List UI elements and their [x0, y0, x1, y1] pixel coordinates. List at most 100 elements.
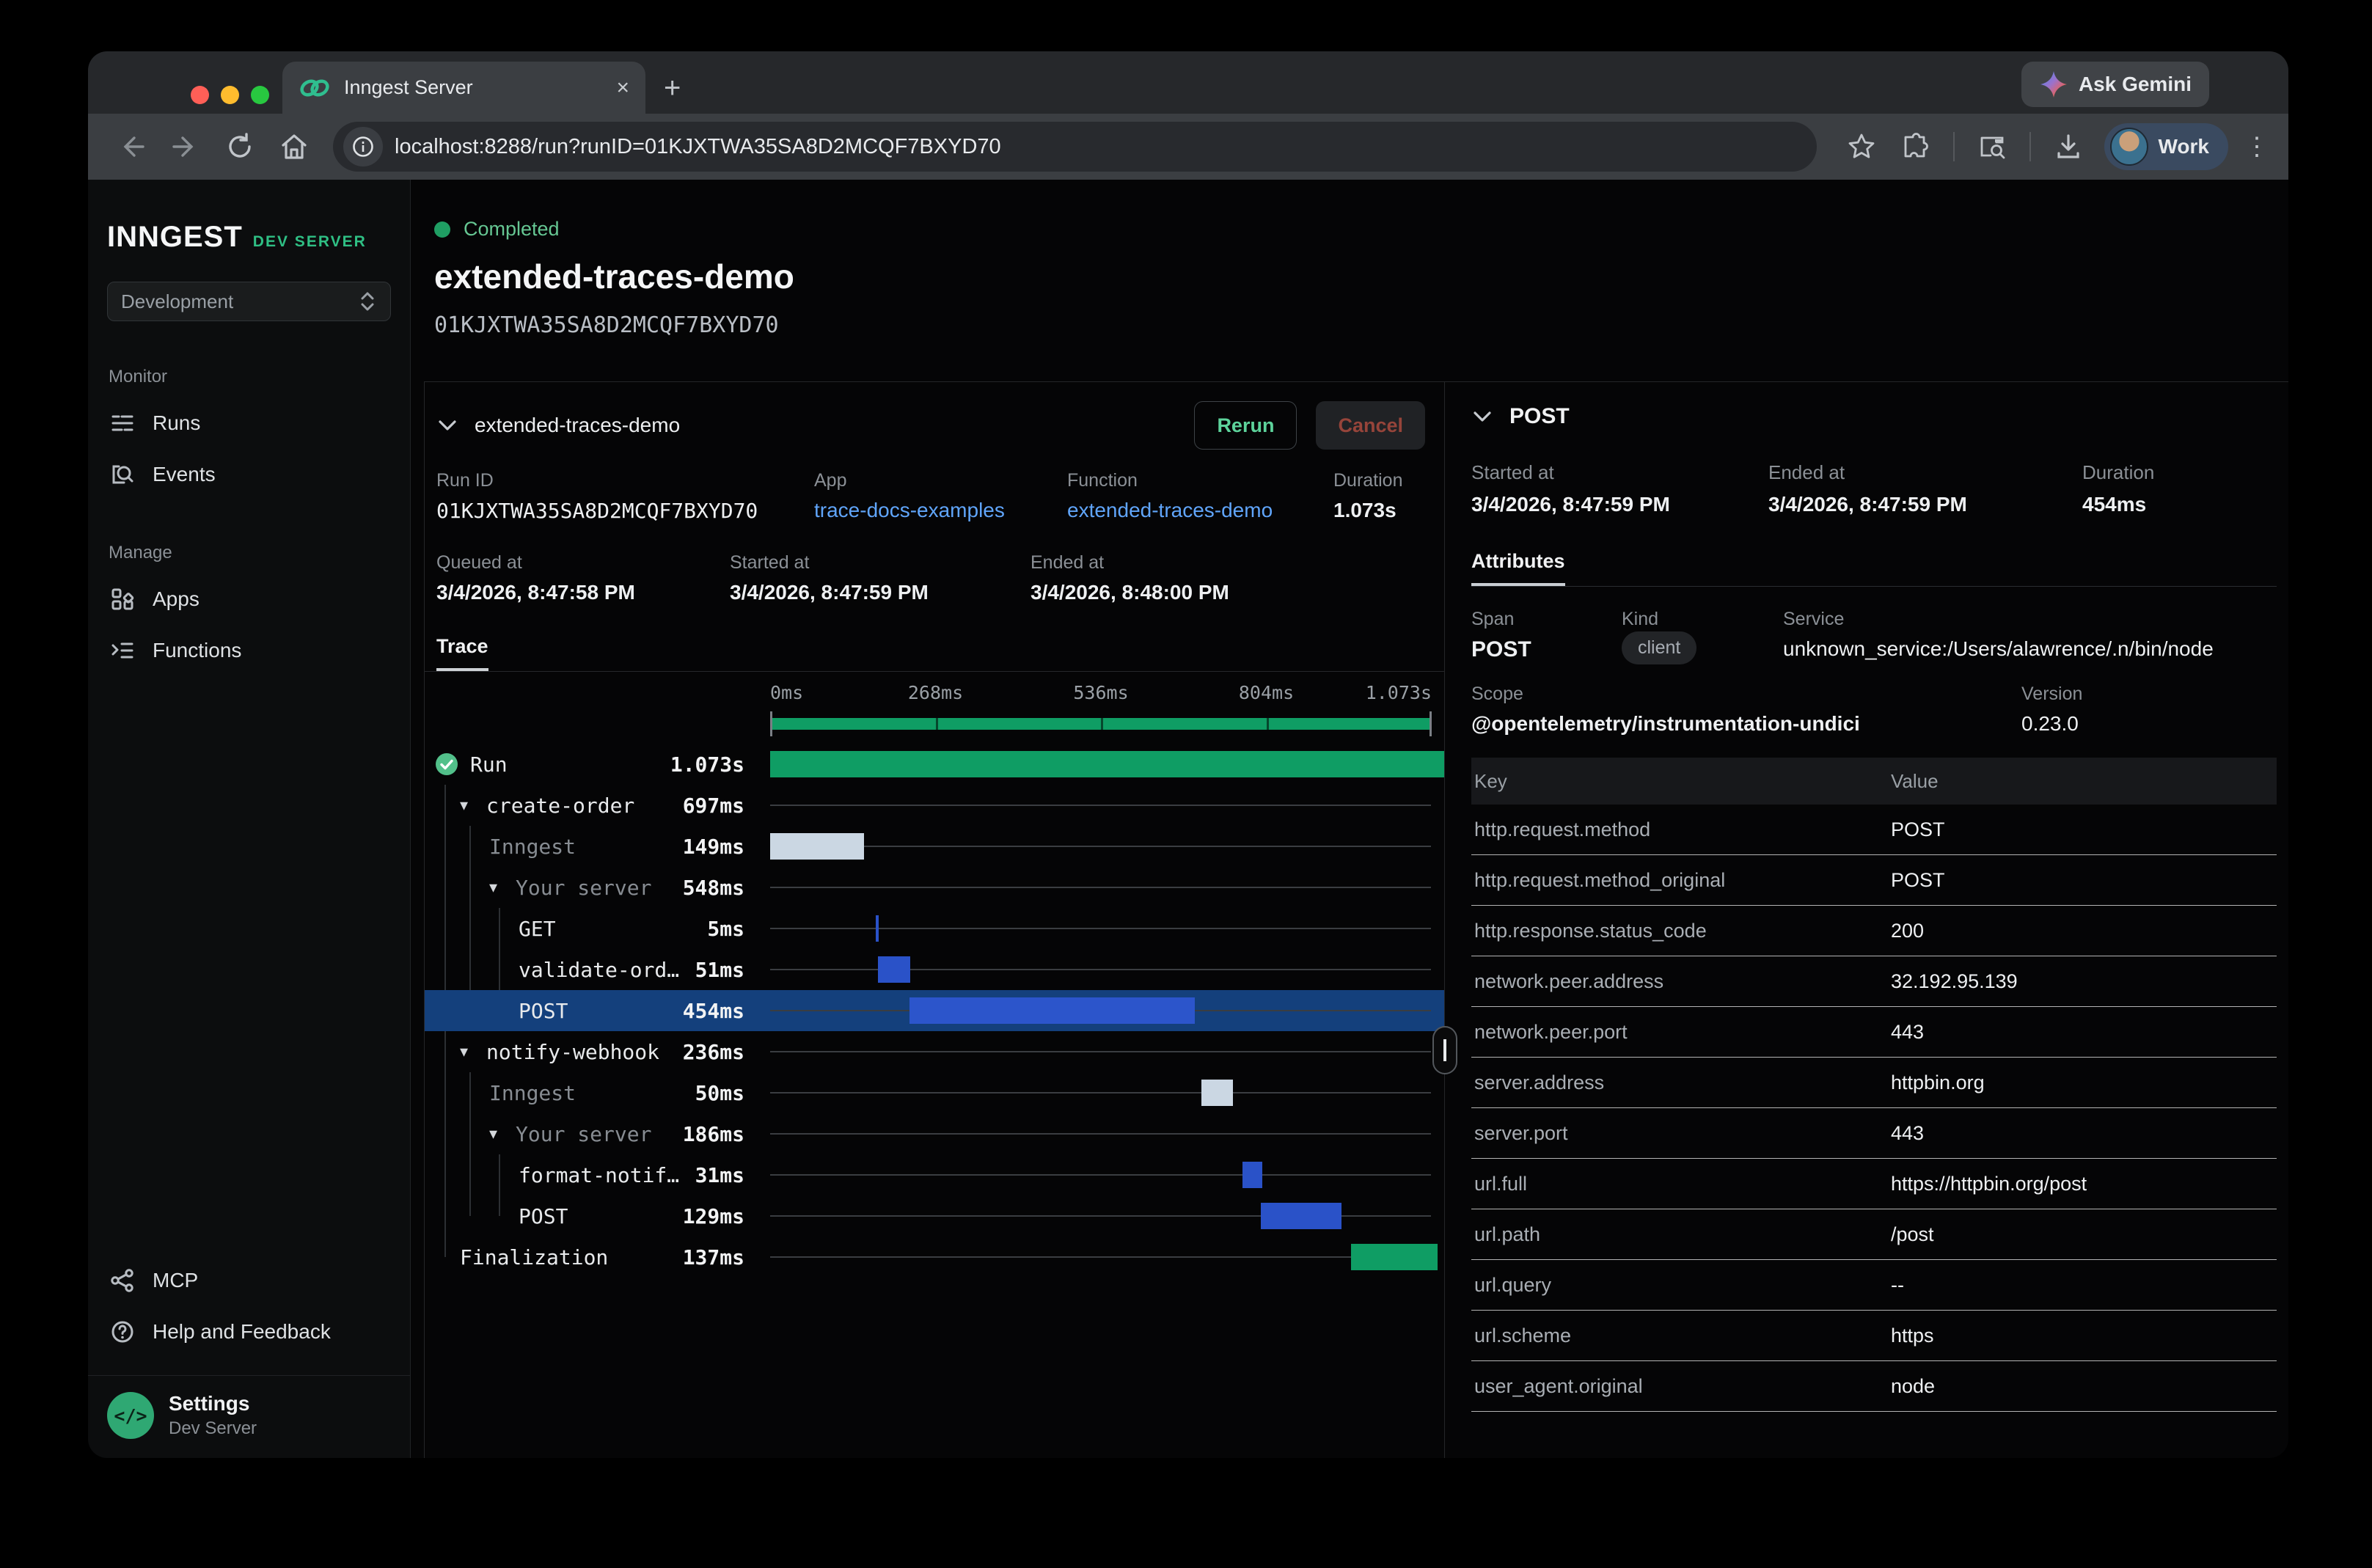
- attribute-value: 443: [1891, 1021, 1924, 1044]
- span-duration: 137ms: [674, 1245, 744, 1270]
- attribute-key: server.address: [1471, 1071, 1891, 1094]
- environment-select[interactable]: Development: [107, 282, 391, 321]
- trace-card-title[interactable]: extended-traces-demo: [475, 414, 680, 437]
- expand-chevron-icon[interactable]: ▾: [460, 1042, 486, 1061]
- url-text[interactable]: localhost:8288/run?runID=01KJXTWA35SA8D2…: [395, 135, 1001, 159]
- span-bar[interactable]: [1201, 1080, 1233, 1106]
- axis-tick: 0ms: [770, 682, 803, 703]
- sidebar: INNGEST DEV SERVER Development Monitor R…: [88, 180, 411, 1458]
- chevron-updown-icon: [358, 289, 377, 314]
- span-track: [770, 949, 1444, 990]
- tab-close-icon[interactable]: ×: [616, 77, 629, 99]
- span-bar[interactable]: [878, 956, 910, 983]
- extensions-icon[interactable]: [1892, 122, 1940, 171]
- minimize-window-button[interactable]: [221, 86, 239, 104]
- trace-row-post[interactable]: POST454ms: [425, 990, 1444, 1031]
- trace-row-notify-webhook[interactable]: ▾notify-webhook236ms: [425, 1031, 1444, 1072]
- collapse-chevron-icon[interactable]: [436, 418, 458, 433]
- browser-window: Inngest Server × + Ask Gemini: [88, 51, 2288, 1458]
- expand-chevron-icon[interactable]: ▾: [460, 796, 486, 815]
- version-label: Version: [2021, 684, 2082, 705]
- browser-tab[interactable]: Inngest Server ×: [282, 62, 645, 114]
- sidebar-item-apps[interactable]: Apps: [88, 574, 410, 625]
- span-bar[interactable]: [1242, 1162, 1262, 1188]
- scope-value: @opentelemetry/instrumentation-undici: [1471, 712, 2021, 736]
- trace-row-format-notifica-[interactable]: format-notifica…31ms: [425, 1154, 1444, 1195]
- sidebar-item-settings[interactable]: </> Settings Dev Server: [88, 1376, 410, 1458]
- span-duration: 1.073s: [662, 752, 744, 777]
- panel-resize-handle[interactable]: [1432, 1026, 1457, 1074]
- collapse-chevron-icon[interactable]: [1471, 409, 1493, 424]
- span-bar[interactable]: [909, 997, 1195, 1024]
- ask-gemini-button[interactable]: Ask Gemini: [2021, 62, 2209, 107]
- manage-section-label: Manage: [88, 543, 410, 563]
- rerun-button[interactable]: Rerun: [1194, 401, 1297, 450]
- expand-chevron-icon[interactable]: ▾: [489, 878, 516, 897]
- span-name: Your server: [516, 876, 651, 900]
- search-tabs-icon[interactable]: [1968, 122, 2016, 171]
- attributes-table-header: Key Value: [1471, 758, 2277, 805]
- attribute-row: server.addresshttpbin.org: [1471, 1058, 2277, 1108]
- span-name: validate-order: [519, 958, 687, 982]
- dev-server-badge: DEV SERVER: [253, 233, 367, 251]
- attribute-row: url.schemehttps: [1471, 1311, 2277, 1361]
- trace-row-inngest[interactable]: Inngest50ms: [425, 1072, 1444, 1113]
- maximize-window-button[interactable]: [251, 86, 269, 104]
- span-bar[interactable]: [770, 833, 864, 860]
- span-bar[interactable]: [1261, 1203, 1341, 1229]
- sidebar-item-mcp[interactable]: MCP: [88, 1255, 410, 1306]
- help-icon: [110, 1319, 135, 1344]
- bookmark-star-icon[interactable]: [1837, 122, 1886, 171]
- download-icon[interactable]: [2044, 122, 2093, 171]
- trace-row-finalization[interactable]: Finalization 137ms: [425, 1237, 1444, 1278]
- site-info-icon[interactable]: [343, 127, 383, 166]
- trace-row-get[interactable]: GET5ms: [425, 908, 1444, 949]
- forward-button[interactable]: [161, 122, 210, 171]
- sidebar-item-help[interactable]: Help and Feedback: [88, 1306, 410, 1358]
- url-bar[interactable]: localhost:8288/run?runID=01KJXTWA35SA8D2…: [333, 122, 1817, 172]
- trace-row-label: POST454ms: [425, 990, 770, 1031]
- queued-value: 3/4/2026, 8:47:58 PM: [436, 581, 730, 604]
- span-bar[interactable]: [770, 751, 1444, 777]
- sidebar-item-runs[interactable]: Runs: [88, 398, 410, 449]
- sidebar-item-functions[interactable]: Functions: [88, 625, 410, 676]
- span-duration: 50ms: [687, 1081, 744, 1105]
- back-button[interactable]: [107, 122, 155, 171]
- attribute-value: httpbin.org: [1891, 1071, 1985, 1094]
- run-id-label: Run ID: [436, 470, 814, 491]
- expand-chevron-icon[interactable]: ▾: [489, 1124, 516, 1143]
- trace-row-label: validate-order51ms: [425, 949, 770, 990]
- home-button[interactable]: [270, 122, 318, 171]
- new-tab-button[interactable]: +: [664, 72, 681, 105]
- trace-row-validate-order[interactable]: validate-order51ms: [425, 949, 1444, 990]
- trace-row-inngest[interactable]: Inngest149ms: [425, 826, 1444, 867]
- span-track: [770, 990, 1444, 1031]
- timeline-minimap[interactable]: [770, 711, 1432, 736]
- trace-row-your-server[interactable]: ▾Your server548ms: [425, 867, 1444, 908]
- browser-menu-icon[interactable]: ⋮: [2244, 132, 2269, 161]
- cancel-button[interactable]: Cancel: [1316, 401, 1425, 450]
- tab-attributes[interactable]: Attributes: [1471, 550, 1565, 586]
- span-duration-label: Duration: [2082, 461, 2154, 484]
- app-link[interactable]: trace-docs-examples: [814, 499, 1067, 522]
- span-bar[interactable]: [876, 915, 879, 942]
- attribute-key: url.scheme: [1471, 1325, 1891, 1347]
- duration-value: 1.073s: [1333, 499, 1403, 522]
- reload-button[interactable]: [216, 122, 264, 171]
- trace-row-your-server[interactable]: ▾Your server186ms: [425, 1113, 1444, 1154]
- trace-row-create-order[interactable]: ▾create-order697ms: [425, 785, 1444, 826]
- inngest-logo: INNGEST: [107, 221, 243, 254]
- function-label: Function: [1067, 470, 1333, 491]
- span-name: Finalization: [460, 1245, 608, 1270]
- tab-trace[interactable]: Trace: [436, 635, 488, 671]
- trace-row-post[interactable]: POST129ms: [425, 1195, 1444, 1237]
- sidebar-item-events[interactable]: Events: [88, 449, 410, 500]
- trace-row-run[interactable]: Run1.073s: [425, 744, 1444, 785]
- trace-row-label: Inngest50ms: [425, 1072, 770, 1113]
- window-controls[interactable]: [191, 86, 269, 104]
- minimap-cap: [1430, 711, 1432, 736]
- profile-chip[interactable]: Work: [2104, 123, 2229, 170]
- close-window-button[interactable]: [191, 86, 209, 104]
- function-link[interactable]: extended-traces-demo: [1067, 499, 1333, 522]
- span-bar[interactable]: [1351, 1244, 1437, 1270]
